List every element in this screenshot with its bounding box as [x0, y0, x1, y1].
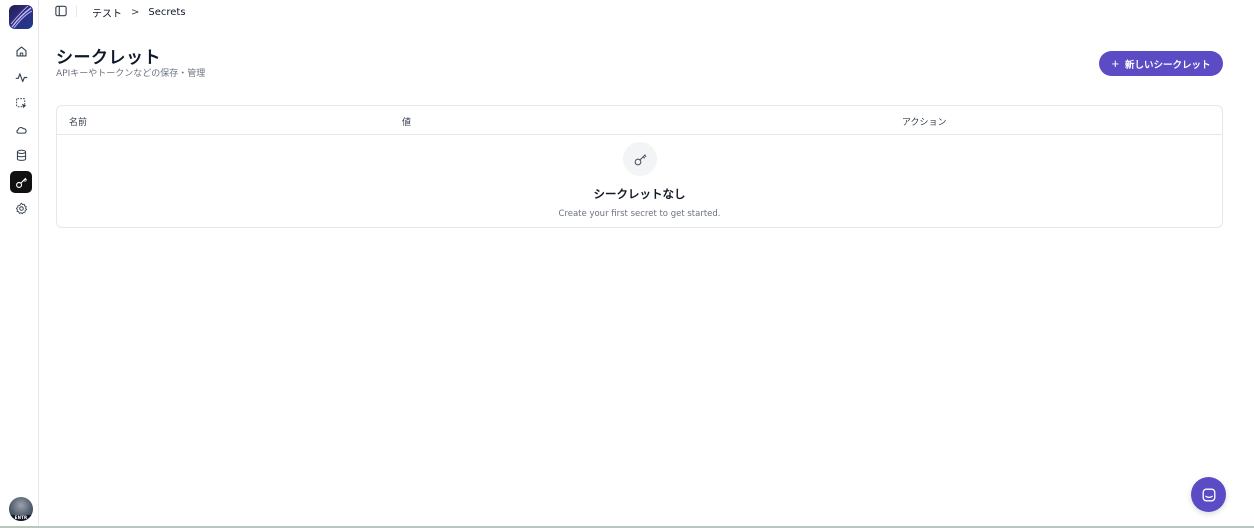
sidebar-item-cloud[interactable] [10, 118, 32, 140]
cloud-icon [15, 126, 27, 134]
chat-support-button[interactable] [1191, 477, 1226, 512]
sidebar-item-select[interactable] [10, 92, 32, 114]
empty-state-icon-wrapper [623, 142, 657, 176]
empty-state-subtitle: Create your first secret to get started. [558, 209, 721, 219]
chat-icon [1202, 488, 1215, 501]
database-icon [16, 149, 26, 161]
empty-state-title: シークレットなし [593, 187, 686, 201]
home-icon [15, 45, 27, 57]
user-avatar[interactable]: ENTR [9, 497, 33, 521]
sidebar-item-settings[interactable] [10, 197, 32, 219]
new-secret-button-label: 新しいシークレット [1125, 59, 1211, 71]
topbar-divider [76, 6, 77, 17]
column-header-value[interactable]: 値 [402, 115, 411, 128]
column-header-name[interactable]: 名前 [69, 115, 87, 128]
settings-icon [15, 202, 27, 214]
breadcrumb: テスト > Secrets [92, 5, 186, 20]
column-header-actions: アクション [902, 118, 947, 128]
sidebar: ENTR [0, 0, 39, 528]
sidebar-item-home[interactable] [10, 40, 32, 62]
table-header: 名前 値 アクション [57, 106, 1222, 135]
key-icon [634, 153, 646, 165]
app-logo[interactable] [9, 5, 33, 29]
avatar-tag: ENTR [9, 515, 33, 521]
sidebar-item-secrets[interactable] [10, 171, 32, 193]
sidebar-toggle-icon[interactable] [55, 5, 67, 17]
breadcrumb-current: Secrets [148, 7, 186, 18]
breadcrumb-project[interactable]: テスト [92, 5, 122, 20]
topbar: テスト > Secrets [39, 0, 1254, 24]
plus-icon: + [1111, 56, 1120, 71]
sidebar-item-activity[interactable] [10, 66, 32, 88]
breadcrumb-separator: > [131, 7, 140, 18]
activity-icon [15, 72, 27, 82]
page-title: シークレット [56, 48, 161, 68]
select-icon [15, 97, 26, 108]
secrets-table: 名前 値 アクション シークレットなし Create your first se… [56, 105, 1223, 228]
key-icon [15, 177, 27, 188]
new-secret-button[interactable]: + 新しいシークレット [1099, 51, 1223, 76]
sidebar-item-database[interactable] [10, 144, 32, 166]
page-subtitle: APIキーやトークンなどの保存・管理 [56, 69, 206, 79]
